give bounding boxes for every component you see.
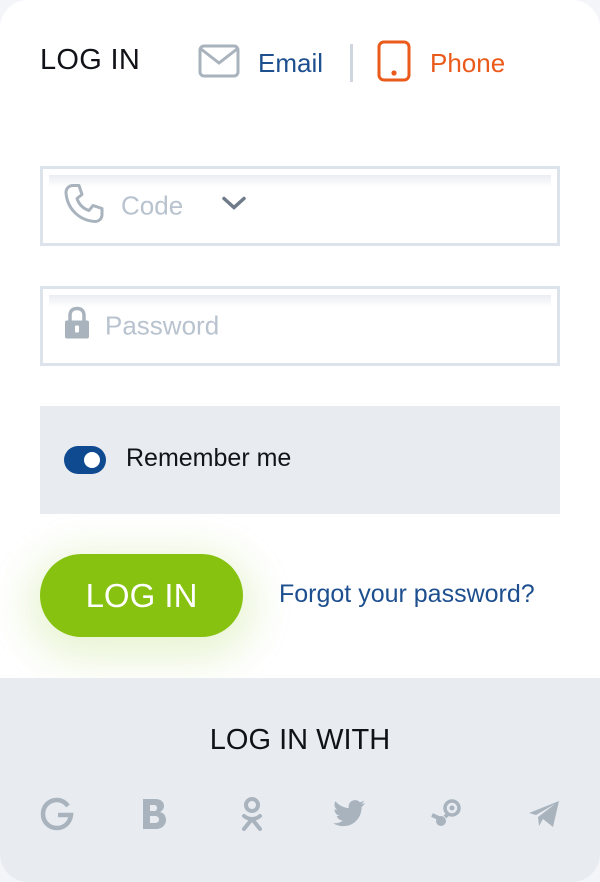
b-icon[interactable] <box>134 794 174 834</box>
social-icons-row <box>0 794 600 834</box>
steam-icon[interactable] <box>426 794 466 834</box>
tab-divider <box>350 44 353 82</box>
lock-icon <box>63 306 91 346</box>
tab-phone[interactable]: Phone <box>376 40 505 86</box>
social-login-section: LOG IN WITH <box>0 678 600 882</box>
login-header: LOG IN Email Phone <box>0 0 600 130</box>
remember-me-toggle[interactable] <box>64 446 106 474</box>
tab-email-label: Email <box>258 47 324 78</box>
twitter-icon[interactable] <box>329 794 369 834</box>
remember-me-label[interactable]: Remember me <box>126 444 291 473</box>
password-placeholder: Password <box>105 310 220 341</box>
tab-email[interactable]: Email <box>198 40 323 86</box>
phone-icon <box>63 183 105 230</box>
phone-field[interactable]: Code <box>40 166 560 246</box>
chevron-down-icon[interactable] <box>221 196 247 217</box>
smartphone-icon <box>376 39 412 88</box>
toggle-knob <box>84 452 100 468</box>
password-field[interactable]: Password <box>40 286 560 366</box>
google-icon[interactable] <box>37 794 77 834</box>
page-title: LOG IN <box>40 44 141 76</box>
phone-code-placeholder: Code <box>121 190 184 221</box>
envelope-icon <box>198 44 240 83</box>
odnoklassniki-icon[interactable] <box>232 794 272 834</box>
remember-me-row: Remember me <box>40 406 560 514</box>
social-login-title: LOG IN WITH <box>209 724 391 756</box>
login-button[interactable]: LOG IN <box>40 554 243 637</box>
forgot-password-link[interactable]: Forgot your password? <box>279 580 535 609</box>
tab-phone-label: Phone <box>430 47 506 78</box>
telegram-icon[interactable] <box>524 794 564 834</box>
login-panel: LOG IN Email Phone Code Password Remembe… <box>0 0 600 882</box>
